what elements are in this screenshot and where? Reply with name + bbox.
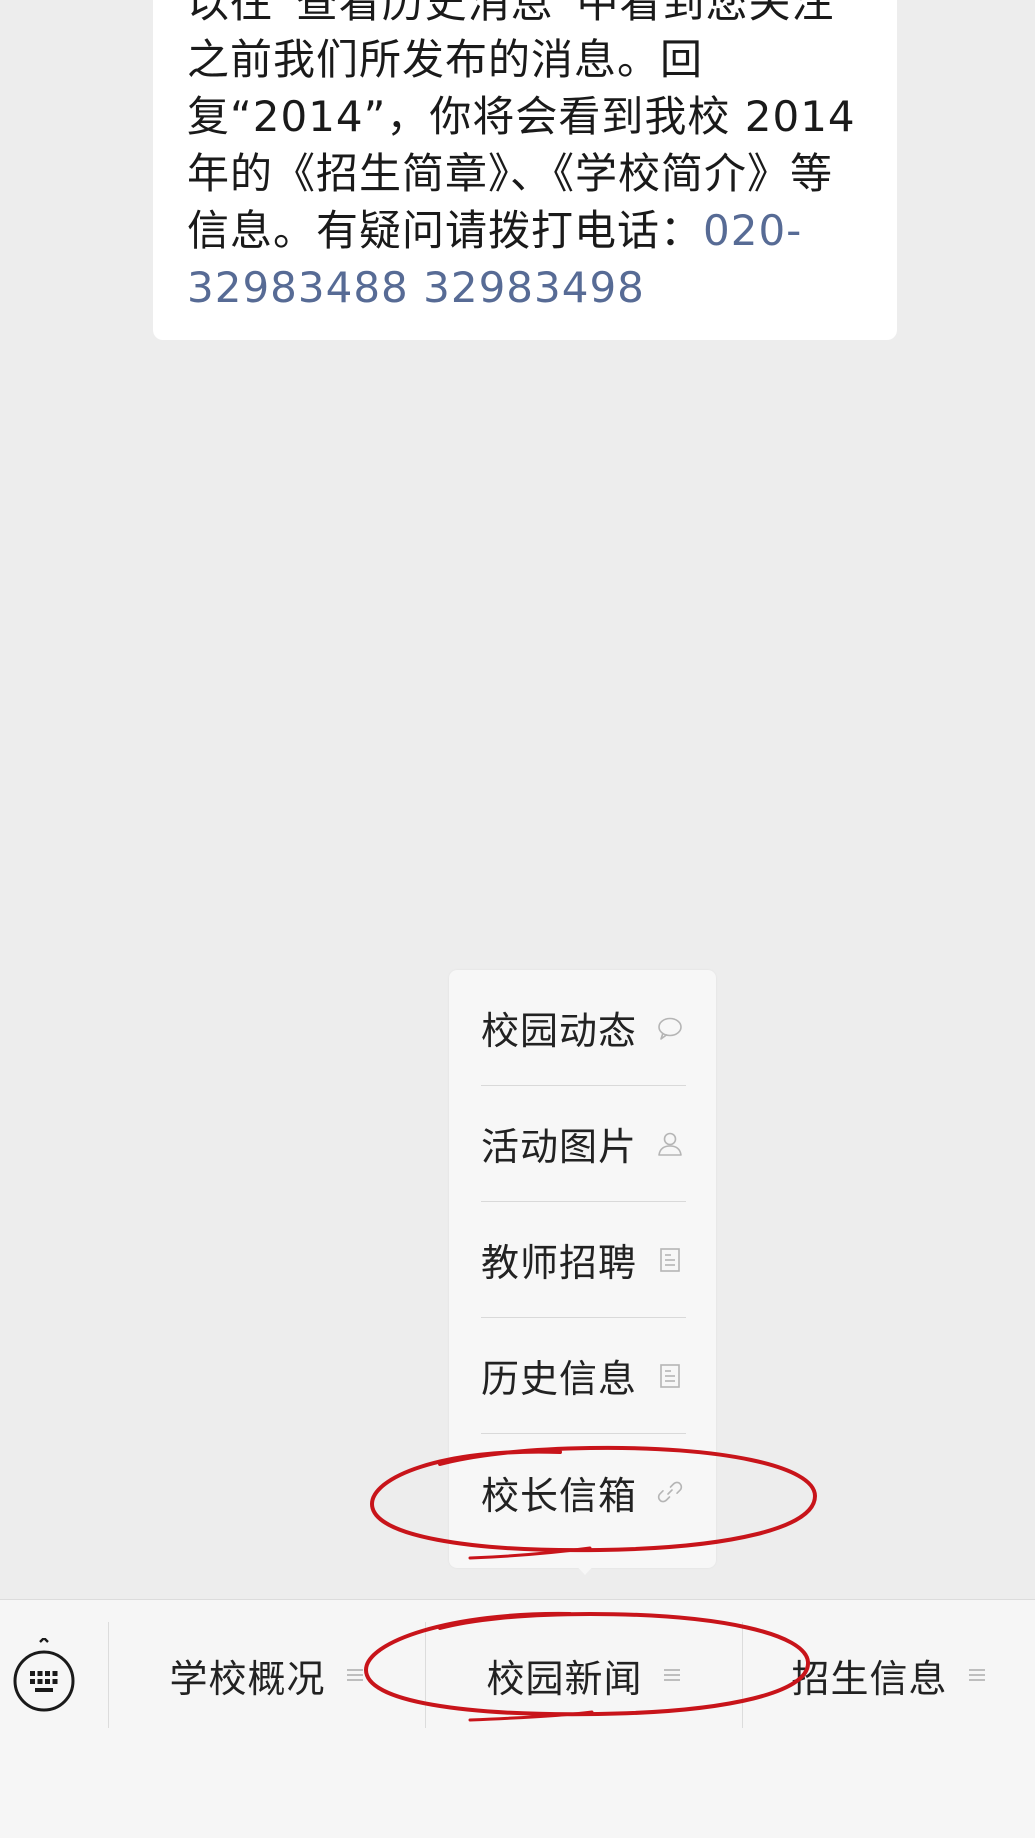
link-icon	[657, 1481, 683, 1503]
submenu-pointer	[572, 1561, 598, 1575]
document-icon	[660, 1248, 680, 1272]
submenu-item-campus-updates[interactable]: 校园动态	[481, 970, 686, 1086]
menu-lines-icon	[663, 1669, 680, 1681]
tab-label: 学校概况	[169, 1656, 326, 1701]
person-icon	[658, 1132, 682, 1156]
document-icon	[660, 1364, 680, 1388]
menu-lines-icon	[968, 1669, 985, 1681]
bottom-menu-bar: 学校概况 校园新闻 招生信息	[0, 1599, 1035, 1838]
tab-campus-news[interactable]: 校园新闻	[425, 1622, 742, 1728]
keyboard-icon[interactable]	[10, 1638, 78, 1718]
submenu-item-label: 教师招聘	[481, 1241, 638, 1285]
tab-admissions-info[interactable]: 招生信息	[742, 1622, 1035, 1728]
submenu-item-teacher-recruitment[interactable]: 教师招聘	[481, 1202, 686, 1318]
chat-bubble-icon	[658, 1017, 682, 1040]
tab-label: 招生信息	[791, 1656, 948, 1701]
submenu-item-label: 校长信箱	[481, 1473, 638, 1518]
submenu-item-label: 校园动态	[481, 1009, 638, 1053]
tab-label: 校园新闻	[486, 1656, 643, 1701]
campus-news-submenu: 校园动态 活动图片 教师招聘 历史信息 校长信箱	[449, 970, 716, 1568]
submenu-item-principal-mailbox[interactable]: 校长信箱	[481, 1434, 686, 1550]
submenu-item-activity-photos[interactable]: 活动图片	[481, 1086, 686, 1202]
submenu-item-history-info[interactable]: 历史信息	[481, 1318, 686, 1434]
message-text: 以往“查看历史消息”中看到您关注之前我们所发布的消息。回复“2014”，你将会看…	[187, 0, 871, 316]
submenu-item-label: 活动图片	[481, 1125, 638, 1169]
menu-lines-icon	[346, 1669, 363, 1681]
message-bubble: 以往“查看历史消息”中看到您关注之前我们所发布的消息。回复“2014”，你将会看…	[153, 0, 897, 340]
tab-school-overview[interactable]: 学校概况	[108, 1622, 425, 1728]
submenu-item-label: 历史信息	[481, 1357, 638, 1401]
